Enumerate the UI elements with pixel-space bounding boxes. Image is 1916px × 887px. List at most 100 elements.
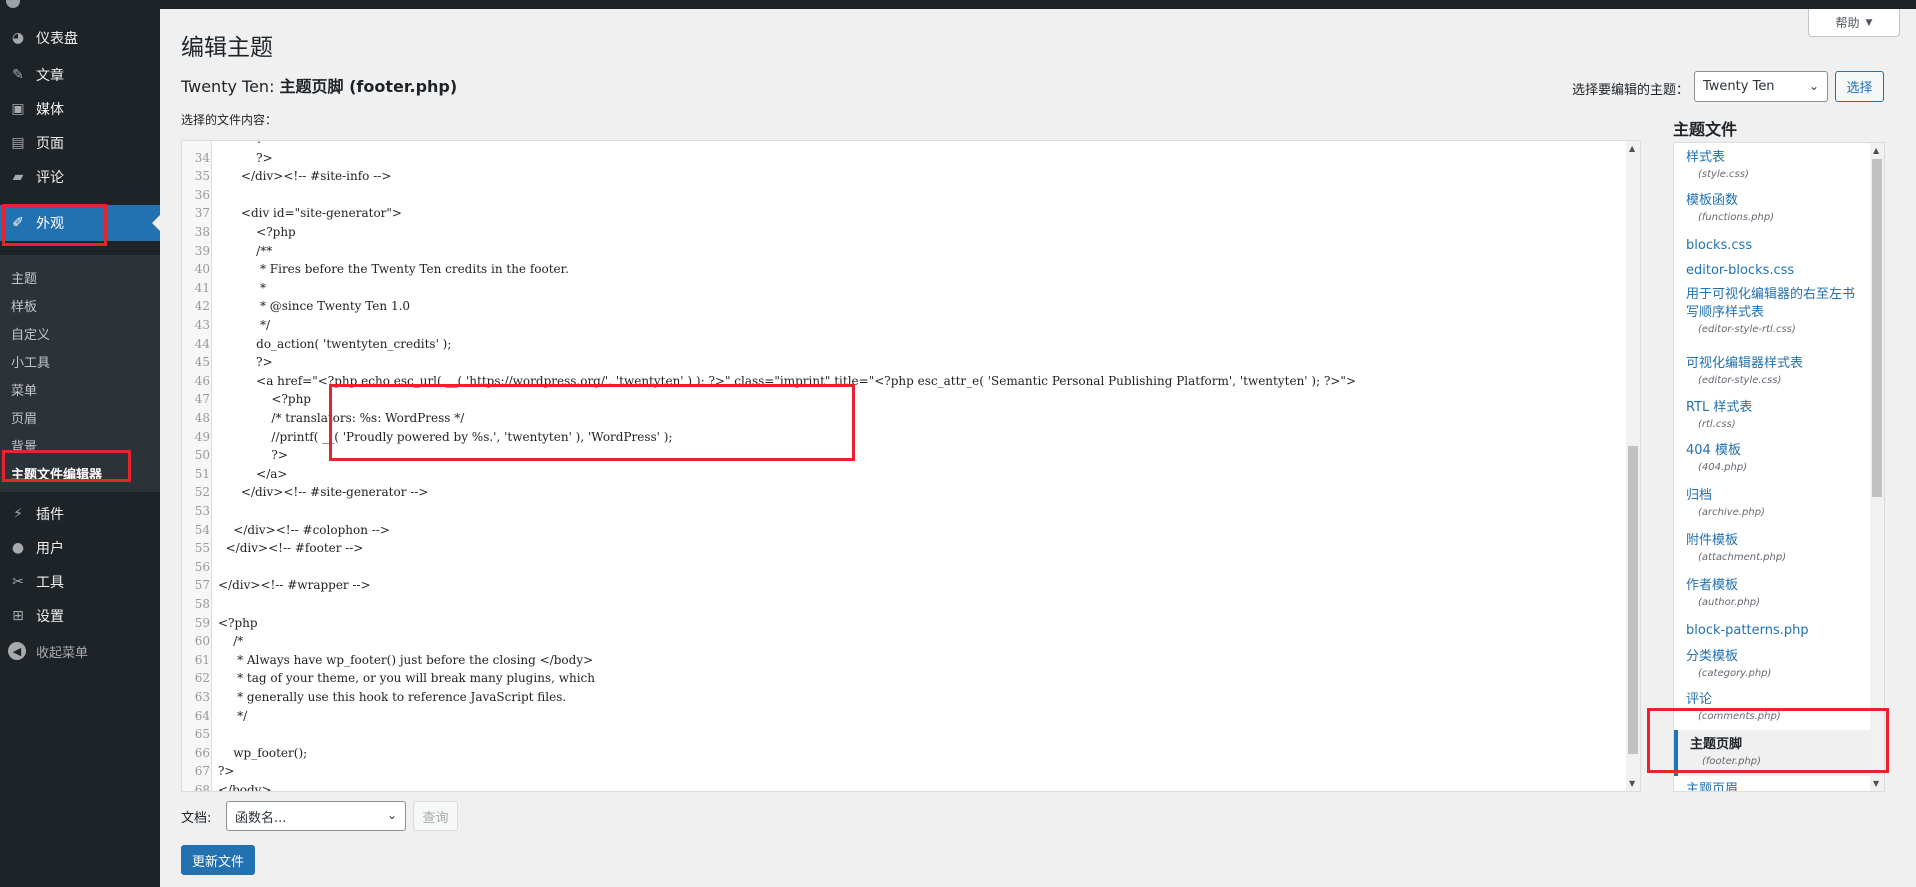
line-number: 44 — [194, 336, 210, 351]
menu-settings[interactable]: ⊞ 设置 — [0, 599, 160, 633]
code-line: 47 <?php — [182, 390, 1640, 408]
menu-dashboard[interactable]: ◕ 仪表盘 — [0, 21, 160, 55]
code-editor[interactable]: ?34 ?>35 </div><!-- #site-info -->3637 <… — [181, 140, 1641, 792]
line-text: //printf( __( 'Proudly powered by %s.', … — [218, 429, 673, 444]
editor-scroll-thumb[interactable] — [1628, 446, 1638, 754]
submenu-widgets[interactable]: 小工具 — [11, 352, 50, 371]
collapse-menu[interactable]: ◀ 收起菜单 — [0, 636, 160, 666]
theme-file-label[interactable]: 分类模板 — [1686, 648, 1866, 666]
editor-scrollbar[interactable]: ▲ ▼ — [1626, 141, 1640, 791]
theme-file-label[interactable]: editor-blocks.css — [1686, 262, 1866, 280]
submenu-background[interactable]: 背景 — [11, 436, 37, 455]
line-text: <?php — [218, 225, 296, 239]
code-line: 38 <?php — [182, 223, 1640, 241]
theme-file-name: (editor-style-rtl.css) — [1698, 324, 1796, 335]
submenu-themes[interactable]: 主题 — [11, 268, 37, 287]
theme-file-item[interactable]: 作者模板 (author.php) — [1686, 577, 1866, 611]
submenu-theme-file-editor[interactable]: 主题文件编辑器 — [11, 464, 102, 483]
submenu-customize[interactable]: 自定义 — [11, 324, 50, 343]
code-line: 44 do_action( 'twentyten_credits' ); — [182, 335, 1640, 353]
submenu-header[interactable]: 页眉 — [11, 408, 37, 427]
theme-file-label[interactable]: 评论 — [1686, 691, 1866, 709]
theme-file-label[interactable]: 样式表 — [1686, 149, 1866, 167]
scroll-up-icon[interactable]: ▲ — [1873, 146, 1879, 155]
function-name-select[interactable]: 函数名... ⌄ — [226, 801, 406, 831]
submenu-patterns[interactable]: 样板 — [11, 296, 37, 315]
theme-file-item[interactable]: 样式表 (style.css) — [1686, 149, 1866, 183]
theme-file-label[interactable]: 作者模板 — [1686, 577, 1866, 595]
menu-appearance[interactable]: ✐ 外观 — [0, 205, 160, 241]
theme-file-name: (404.php) — [1698, 462, 1748, 473]
theme-file-label[interactable]: 可视化编辑器样式表 — [1686, 355, 1866, 373]
theme-file-label[interactable]: 主题页脚 — [1690, 736, 1872, 754]
theme-file-item[interactable]: 主题页脚 (footer.php) — [1674, 730, 1872, 776]
code-line: 67 ?> — [182, 762, 1640, 780]
theme-select[interactable]: Twenty Ten ⌄ — [1694, 71, 1828, 102]
theme-file-item[interactable]: 附件模板 (attachment.php) — [1686, 532, 1866, 566]
line-text: * — [218, 280, 266, 295]
line-text: <div id="site-generator"> — [218, 206, 402, 221]
pin-icon: ✎ — [12, 67, 24, 83]
line-text: */ — [218, 318, 271, 332]
line-number: 68 — [194, 783, 210, 792]
lookup-button[interactable]: 查询 — [413, 801, 458, 831]
theme-file-item[interactable]: 用于可视化编辑器的右至左书写顺序样式表 (editor-style-rtl.css… — [1686, 286, 1866, 338]
files-scrollbar[interactable]: ▲ ▼ — [1870, 143, 1884, 791]
submenu-menus[interactable]: 菜单 — [11, 380, 37, 399]
select-theme-button[interactable]: 选择 — [1835, 71, 1884, 102]
page-icon: ▤ — [11, 135, 25, 151]
scroll-down-icon[interactable]: ▼ — [1873, 779, 1879, 788]
theme-file-item[interactable]: RTL 样式表 (rtl.css) — [1686, 399, 1866, 433]
theme-file-name: (style.css) — [1698, 169, 1749, 180]
theme-file-item[interactable]: 评论 (comments.php) — [1686, 691, 1866, 725]
menu-pages[interactable]: ▤ 页面 — [0, 126, 160, 160]
theme-file-label[interactable]: 归档 — [1686, 487, 1866, 505]
line-text: wp_footer(); — [218, 745, 308, 760]
menu-plugins[interactable]: ⚡ 插件 — [0, 497, 160, 531]
theme-file-item[interactable]: 模板函数 (functions.php) — [1686, 192, 1866, 226]
line-text: * Always have wp_footer() just before th… — [218, 652, 594, 667]
help-button[interactable]: 帮助 ▼ — [1808, 9, 1900, 37]
menu-media[interactable]: ▣ 媒体 — [0, 92, 160, 126]
theme-file-item[interactable]: 归档 (archive.php) — [1686, 487, 1866, 521]
menu-label: 媒体 — [36, 102, 64, 118]
menu-users[interactable]: ● 用户 — [0, 531, 160, 565]
theme-file-label[interactable]: block-patterns.php — [1686, 622, 1866, 640]
theme-file-name: (attachment.php) — [1698, 552, 1787, 563]
code-line: 39 /** — [182, 242, 1640, 260]
theme-file-item[interactable]: blocks.css — [1686, 237, 1866, 255]
line-number: 45 — [194, 355, 210, 370]
line-text: * tag of your theme, or you will break m… — [218, 671, 595, 686]
theme-file-item[interactable]: 分类模板 (category.php) — [1686, 648, 1866, 682]
scroll-up-icon[interactable]: ▲ — [1629, 144, 1635, 153]
menu-tools[interactable]: ✂ 工具 — [0, 565, 160, 599]
menu-label: 文章 — [36, 68, 64, 84]
theme-file-item[interactable]: 主题页眉 — [1686, 781, 1866, 791]
theme-file-label[interactable]: 主题页眉 — [1686, 781, 1866, 791]
menu-comments[interactable]: ▰ 评论 — [0, 160, 160, 194]
file-title: 主题页脚 (footer.php) — [279, 77, 458, 96]
wordpress-logo-icon[interactable] — [6, 0, 20, 8]
line-text: <?php — [218, 615, 258, 630]
theme-file-item[interactable]: editor-blocks.css — [1686, 262, 1866, 280]
theme-file-label[interactable]: 用于可视化编辑器的右至左书写顺序样式表 — [1686, 286, 1866, 322]
file-theme-name: Twenty Ten: — [181, 77, 275, 96]
theme-file-item[interactable]: 404 模板 (404.php) — [1686, 442, 1866, 476]
theme-file-label[interactable]: blocks.css — [1686, 237, 1866, 255]
files-scroll-thumb[interactable] — [1872, 159, 1882, 497]
theme-file-item[interactable]: block-patterns.php — [1686, 622, 1866, 640]
theme-file-label[interactable]: RTL 样式表 — [1686, 399, 1866, 417]
brush-icon: ✐ — [12, 215, 24, 231]
code-line: 63 * generally use this hook to referenc… — [182, 688, 1640, 706]
settings-icon: ⊞ — [12, 608, 24, 624]
update-file-button[interactable]: 更新文件 — [181, 845, 255, 875]
theme-file-item[interactable]: 可视化编辑器样式表 (editor-style.css) — [1686, 355, 1866, 389]
theme-file-label[interactable]: 附件模板 — [1686, 532, 1866, 550]
chevron-down-icon: ⌄ — [386, 808, 397, 822]
collapse-label: 收起菜单 — [36, 645, 89, 661]
theme-file-label[interactable]: 模板函数 — [1686, 192, 1866, 210]
menu-label: 插件 — [36, 507, 64, 523]
menu-posts[interactable]: ✎ 文章 — [0, 58, 160, 92]
theme-file-label[interactable]: 404 模板 — [1686, 442, 1866, 460]
scroll-down-icon[interactable]: ▼ — [1629, 779, 1635, 788]
